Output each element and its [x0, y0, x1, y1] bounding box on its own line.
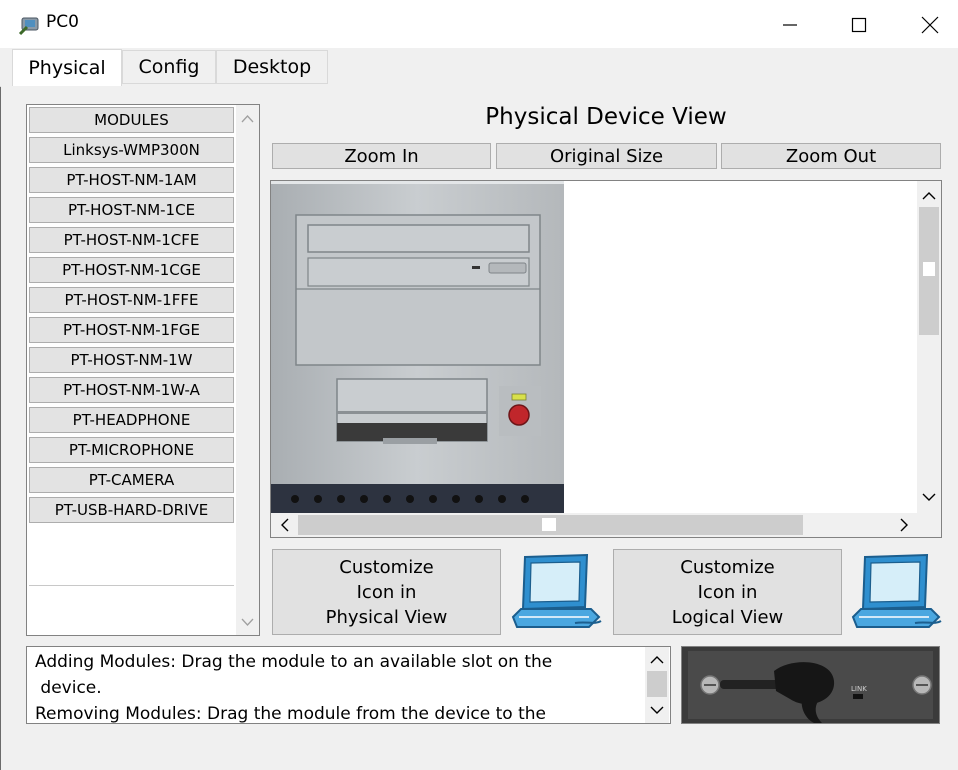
zoom-in-button[interactable]: Zoom In [272, 143, 491, 169]
button-label: Icon in [356, 581, 417, 603]
module-item[interactable]: PT-HOST-NM-1W-A [29, 377, 234, 403]
scroll-down-icon [241, 618, 254, 626]
customize-logical-icon-button[interactable]: Customize Icon in Logical View [613, 549, 842, 635]
button-label: Customize [339, 556, 434, 578]
link-label: LINK [851, 685, 867, 693]
help-scrollbar[interactable] [645, 647, 669, 723]
tab-config[interactable]: Config [122, 50, 216, 84]
scroll-up-icon [241, 115, 254, 123]
vertical-scrollbar[interactable] [917, 181, 941, 513]
module-item[interactable]: PT-CAMERA [29, 467, 234, 493]
scroll-left-icon [281, 518, 289, 532]
module-item[interactable]: PT-HOST-NM-1CGE [29, 257, 234, 283]
original-size-button[interactable]: Original Size [496, 143, 717, 169]
button-label: Physical View [325, 606, 448, 628]
module-item[interactable]: PT-HOST-NM-1FFE [29, 287, 234, 313]
customize-physical-icon-button[interactable]: Customize Icon in Physical View [272, 549, 501, 635]
module-item[interactable]: PT-HOST-NM-1FGE [29, 317, 234, 343]
computer-icon [851, 551, 943, 633]
module-item[interactable]: PT-MICROPHONE [29, 437, 234, 463]
tab-desktop[interactable]: Desktop [216, 50, 328, 84]
scroll-down-icon [650, 706, 664, 714]
help-line: device. [35, 678, 102, 698]
close-button[interactable] [906, 8, 954, 42]
scroll-right-icon [900, 518, 908, 532]
modules-scrollbar[interactable] [236, 105, 259, 635]
help-scroll-thumb [647, 671, 667, 697]
divider [29, 585, 234, 586]
button-label: Icon in [697, 581, 758, 603]
module-item[interactable]: PT-HOST-NM-1CE [29, 197, 234, 223]
app-icon [18, 12, 42, 36]
help-line: Adding Modules: Drag the module to an av… [35, 652, 553, 672]
module-item[interactable]: Linksys-WMP300N [29, 137, 234, 163]
scroll-corner [917, 513, 941, 537]
maximize-button[interactable] [835, 8, 883, 42]
module-preview-image: LINK [681, 646, 940, 724]
module-item[interactable]: PT-USB-HARD-DRIVE [29, 497, 234, 523]
close-icon [921, 16, 939, 34]
help-text-box: Adding Modules: Drag the module to an av… [26, 646, 671, 724]
horizontal-scrollbar[interactable] [271, 513, 917, 537]
help-line: Removing Modules: Drag the module from t… [35, 704, 547, 724]
module-item[interactable]: PT-HOST-NM-1AM [29, 167, 234, 193]
scroll-up-icon [922, 192, 936, 200]
minimize-icon [783, 24, 797, 26]
pc-tower-image[interactable] [271, 181, 564, 513]
button-label: Logical View [671, 606, 784, 628]
module-item[interactable]: PT-HOST-NM-1CFE [29, 227, 234, 253]
button-label: Customize [680, 556, 775, 578]
window-title: PC0 [46, 12, 79, 32]
minimize-button[interactable] [766, 8, 814, 42]
scroll-down-icon [922, 493, 936, 501]
maximize-icon [851, 17, 867, 33]
module-item[interactable]: PT-HOST-NM-1W [29, 347, 234, 373]
modules-header: MODULES [29, 107, 234, 133]
module-item[interactable]: PT-HEADPHONE [29, 407, 234, 433]
tab-physical[interactable]: Physical [12, 49, 122, 86]
device-view-title: Physical Device View [485, 104, 727, 130]
scroll-up-icon [650, 656, 664, 664]
computer-icon [511, 551, 603, 633]
title-bar [0, 0, 958, 48]
zoom-out-button[interactable]: Zoom Out [721, 143, 941, 169]
